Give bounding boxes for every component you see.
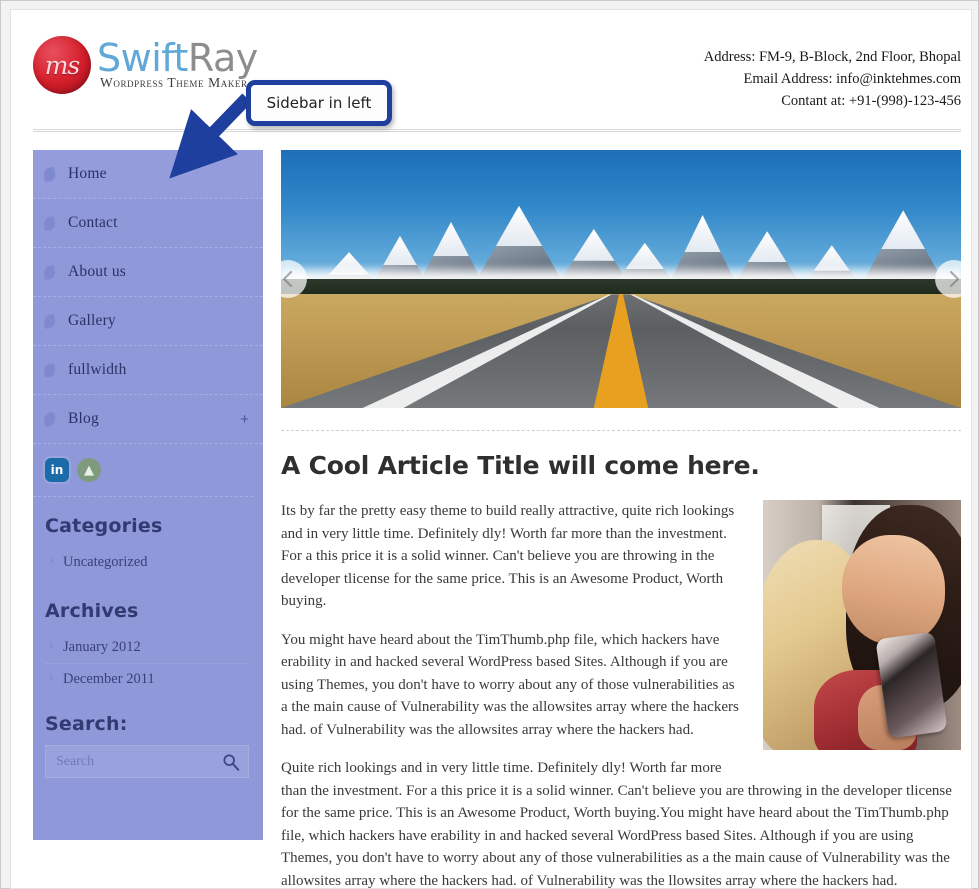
main-content: A Cool Article Title will come here. Its…	[263, 150, 961, 889]
brand-name: SwiftRay	[97, 38, 258, 78]
category-item[interactable]: Uncategorized	[45, 547, 249, 578]
sidebar-nav: Home Contact About us Gallery fullwidth …	[33, 150, 263, 444]
leaf-bullet-icon	[41, 165, 58, 183]
slider-treeline	[281, 279, 961, 295]
article-paragraph: Quite rich lookings and in very little t…	[281, 760, 952, 889]
search-input[interactable]	[46, 746, 248, 777]
android-glyph: ▲	[84, 462, 94, 478]
archives-list: January 2012 December 2011	[45, 632, 249, 695]
social-links: in ▲	[33, 444, 253, 497]
sidebar-item-contact[interactable]: Contact	[33, 199, 263, 248]
page-canvas: ms SwiftRay Wordpress Theme Maker Addres…	[10, 9, 972, 889]
android-icon[interactable]: ▲	[77, 458, 101, 482]
header-contact-info: Address: FM-9, B-Block, 2nd Floor, Bhopa…	[704, 46, 961, 112]
article-paragraph: You might have heard about the TimThumb.…	[281, 631, 739, 738]
leaf-bullet-icon	[41, 410, 58, 428]
article-paragraph: Its by far the pretty easy theme to buil…	[281, 503, 735, 609]
leaf-bullet-icon	[41, 312, 58, 330]
leaf-bullet-icon	[41, 263, 58, 281]
archive-item[interactable]: January 2012	[45, 632, 249, 664]
archives-widget: Archives January 2012 December 2011	[33, 582, 263, 699]
leaf-bullet-icon	[41, 361, 58, 379]
linkedin-icon[interactable]: in	[45, 458, 69, 482]
search-title: Search:	[45, 713, 128, 735]
linkedin-glyph: in	[50, 463, 64, 477]
sidebar-item-gallery[interactable]: Gallery	[33, 297, 263, 346]
archive-item[interactable]: December 2011	[45, 664, 249, 695]
logo-circle-icon: ms	[33, 36, 91, 94]
categories-list: Uncategorized	[45, 547, 249, 578]
chevron-left-icon	[282, 270, 293, 288]
browser-viewport-frame: ms SwiftRay Wordpress Theme Maker Addres…	[0, 0, 979, 889]
sidebar-item-label: Contact	[68, 214, 118, 231]
sidebar-item-label: Blog	[68, 410, 99, 427]
contact-phone: Contant at: +91-(998)-123-456	[781, 93, 961, 109]
chevron-right-icon	[949, 270, 960, 288]
site-header: ms SwiftRay Wordpress Theme Maker Addres…	[11, 10, 971, 150]
page-title: A Cool Article Title will come here.	[281, 451, 760, 480]
article: A Cool Article Title will come here. Its…	[281, 431, 961, 889]
sidebar: Home Contact About us Gallery fullwidth …	[33, 150, 263, 840]
site-logo[interactable]: ms SwiftRay Wordpress Theme Maker	[33, 36, 258, 94]
search-box[interactable]	[45, 745, 249, 778]
sidebar-item-label: fullwidth	[68, 361, 127, 378]
brand-name-part1: Swift	[97, 36, 188, 80]
header-divider	[33, 129, 961, 132]
hero-slider[interactable]	[281, 150, 961, 408]
contact-address: Address: FM-9, B-Block, 2nd Floor, Bhopa…	[703, 49, 961, 65]
photo-person-right-face	[842, 535, 946, 645]
slider-image	[281, 150, 961, 408]
categories-widget: Categories Uncategorized	[33, 497, 263, 582]
contact-email: Email Address: info@inktehmes.com	[743, 71, 961, 87]
logo-initials: ms	[44, 50, 81, 80]
brand-name-part2: Ray	[187, 36, 258, 80]
sidebar-item-label: About us	[68, 263, 127, 280]
sidebar-item-fullwidth[interactable]: fullwidth	[33, 346, 263, 395]
site-body: Home Contact About us Gallery fullwidth …	[11, 150, 971, 889]
sidebar-item-home[interactable]: Home	[33, 150, 263, 199]
categories-title: Categories	[45, 515, 163, 537]
brand-text: SwiftRay Wordpress Theme Maker	[97, 36, 258, 91]
leaf-bullet-icon	[41, 214, 58, 232]
archives-title: Archives	[45, 600, 139, 622]
sidebar-item-label: Gallery	[68, 312, 116, 329]
article-image	[763, 500, 961, 750]
expand-blog-icon[interactable]: +	[240, 412, 249, 427]
article-body: Its by far the pretty easy theme to buil…	[281, 500, 961, 889]
sidebar-item-label: Home	[68, 165, 107, 182]
sidebar-item-about-us[interactable]: About us	[33, 248, 263, 297]
brand-tagline: Wordpress Theme Maker	[100, 75, 248, 90]
search-widget: Search:	[33, 699, 263, 778]
sidebar-item-blog[interactable]: Blog +	[33, 395, 263, 444]
